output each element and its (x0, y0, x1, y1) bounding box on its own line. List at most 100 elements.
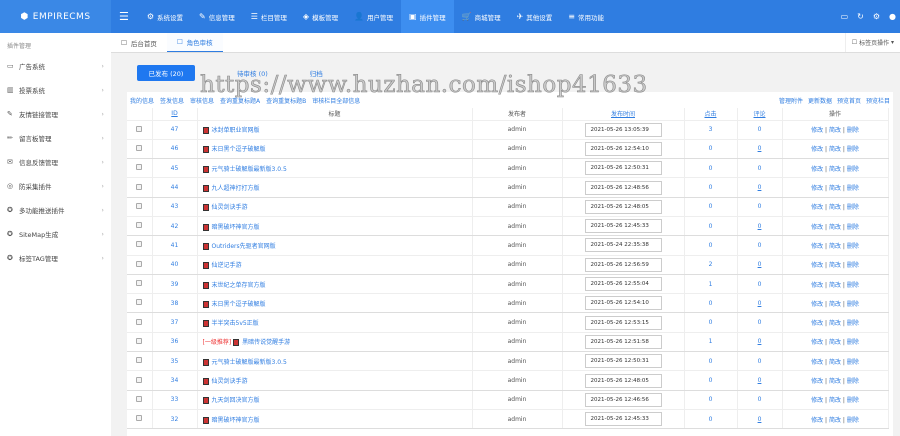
row-checkbox[interactable] (136, 299, 143, 306)
monitor-icon[interactable]: ▭ (841, 12, 849, 21)
edit-link[interactable]: 修改 (811, 359, 823, 366)
tab-current[interactable]: ☐ 角色审核 (166, 33, 223, 52)
delete-link[interactable]: 删除 (847, 166, 859, 173)
row-checkbox[interactable] (136, 376, 143, 383)
row-checkbox[interactable] (136, 222, 143, 229)
tab-operations-dropdown[interactable]: ☐ 标签页操作 ▾ (844, 33, 900, 52)
comments-link[interactable]: 0 (758, 242, 762, 249)
time-input[interactable]: 2021-05-26 12:48:05 (584, 199, 662, 214)
sidebar-item[interactable]: ✪ SiteMap生成 › (0, 222, 111, 246)
time-input[interactable]: 2021-05-26 12:50:31 (584, 354, 662, 369)
nav-item[interactable]: ≡ 常用功能 (560, 0, 612, 33)
sidebar-item[interactable]: ✪ 标签TAG管理 › (0, 246, 111, 270)
title-link[interactable]: 冰封单职业官网版 (212, 127, 260, 134)
comments-link[interactable]: 0 (758, 416, 762, 423)
edit-link[interactable]: 修改 (811, 397, 823, 404)
row-checkbox[interactable] (136, 318, 143, 325)
action-link[interactable]: 审核栏目全部信息 (312, 96, 360, 105)
comments-link[interactable]: 0 (758, 396, 762, 403)
time-input[interactable]: 2021-05-26 12:51:58 (584, 334, 662, 349)
menu-toggle-icon[interactable]: ☰ (119, 10, 129, 23)
title-link[interactable]: 半半突击5v5正版 (212, 320, 259, 327)
sidebar-item[interactable]: ✎ 友情链接管理 › (0, 102, 111, 126)
id-link[interactable]: 41 (171, 242, 179, 249)
delete-link[interactable]: 删除 (847, 417, 859, 424)
delete-link[interactable]: 删除 (847, 224, 859, 231)
time-input[interactable]: 2021-05-26 12:48:05 (584, 373, 662, 388)
row-checkbox[interactable] (136, 337, 143, 344)
row-checkbox[interactable] (136, 144, 143, 151)
time-input[interactable]: 2021-05-26 12:48:56 (584, 180, 662, 195)
action-link[interactable]: 我的信息 (130, 96, 154, 105)
comments-link[interactable]: 0 (758, 300, 762, 307)
id-link[interactable]: 40 (171, 261, 179, 268)
edit-link[interactable]: 修改 (811, 224, 823, 231)
delete-link[interactable]: 删除 (847, 262, 859, 269)
edit-link[interactable]: 修改 (811, 146, 823, 153)
action-link[interactable]: 查询重复标题B (266, 96, 306, 105)
user-icon[interactable]: ● (889, 12, 896, 21)
comments-link[interactable]: 0 (758, 126, 762, 133)
nav-item[interactable]: 👤 用户管理 (346, 0, 401, 33)
quick-edit-link[interactable]: 简改 (829, 204, 841, 211)
time-input[interactable]: 2021-05-26 12:55:04 (584, 277, 662, 292)
title-link[interactable]: 元气骑士破解版最新版3.0.5 (212, 166, 287, 173)
comments-link[interactable]: 0 (758, 223, 762, 230)
delete-link[interactable]: 删除 (847, 397, 859, 404)
action-link[interactable]: 预览栏目 (866, 96, 890, 105)
row-checkbox[interactable] (136, 280, 143, 287)
id-link[interactable]: 35 (171, 358, 179, 365)
edit-link[interactable]: 修改 (811, 127, 823, 134)
time-input[interactable]: 2021-05-26 12:53:15 (584, 315, 662, 330)
action-link[interactable]: 预览首页 (837, 96, 861, 105)
time-input[interactable]: 2021-05-26 12:45:33 (584, 412, 662, 427)
nav-item[interactable]: 🛒 商城管理 (454, 0, 509, 33)
edit-link[interactable]: 修改 (811, 185, 823, 192)
edit-link[interactable]: 修改 (811, 417, 823, 424)
delete-link[interactable]: 删除 (847, 359, 859, 366)
id-link[interactable]: 45 (171, 165, 179, 172)
sidebar-item[interactable]: ▭ 广告系统 › (0, 54, 111, 78)
title-link[interactable]: 末日黑个逗子破解版 (212, 146, 266, 153)
comments-link[interactable]: 0 (758, 203, 762, 210)
id-link[interactable]: 34 (171, 377, 179, 384)
id-link[interactable]: 44 (171, 184, 179, 191)
row-checkbox[interactable] (136, 415, 143, 422)
id-link[interactable]: 33 (171, 396, 179, 403)
action-link[interactable]: 查询重复标题A (220, 96, 260, 105)
row-checkbox[interactable] (136, 260, 143, 267)
action-link[interactable]: 审核信息 (190, 96, 214, 105)
title-link[interactable]: 末日黑个逗子破解版 (212, 301, 266, 308)
quick-edit-link[interactable]: 简改 (829, 320, 841, 327)
nav-item[interactable]: ✈ 其他设置 (509, 0, 561, 33)
id-link[interactable]: 39 (171, 281, 179, 288)
tab-pending[interactable]: 待审核 (0) (237, 68, 268, 78)
comments-link[interactable]: 0 (758, 358, 762, 365)
sidebar-item[interactable]: ▥ 投票系统 › (0, 78, 111, 102)
nav-item[interactable]: ✎ 信息管理 (191, 0, 243, 33)
time-input[interactable]: 2021-05-26 12:54:10 (584, 296, 662, 311)
row-checkbox[interactable] (136, 164, 143, 171)
quick-edit-link[interactable]: 简改 (829, 359, 841, 366)
quick-edit-link[interactable]: 简改 (829, 243, 841, 250)
edit-link[interactable]: 修改 (811, 243, 823, 250)
delete-link[interactable]: 删除 (847, 243, 859, 250)
action-link[interactable]: 管理附件 (779, 96, 803, 105)
edit-link[interactable]: 修改 (811, 204, 823, 211)
comments-link[interactable]: 0 (758, 281, 762, 288)
gear-icon[interactable]: ⚙ (873, 12, 880, 21)
id-link[interactable]: 42 (171, 223, 179, 230)
row-checkbox[interactable] (136, 241, 143, 248)
delete-link[interactable]: 删除 (847, 378, 859, 385)
id-link[interactable]: 38 (171, 300, 179, 307)
tab-published[interactable]: 已发布 (20) (137, 65, 195, 81)
id-link[interactable]: 37 (171, 319, 179, 326)
title-link[interactable]: 黑暗传说觉醒手游 (242, 339, 290, 346)
delete-link[interactable]: 删除 (847, 301, 859, 308)
title-link[interactable]: Outriders先驱者官网版 (212, 243, 276, 250)
delete-link[interactable]: 删除 (847, 339, 859, 346)
comments-link[interactable]: 0 (758, 338, 762, 345)
quick-edit-link[interactable]: 简改 (829, 417, 841, 424)
edit-link[interactable]: 修改 (811, 262, 823, 269)
edit-link[interactable]: 修改 (811, 378, 823, 385)
